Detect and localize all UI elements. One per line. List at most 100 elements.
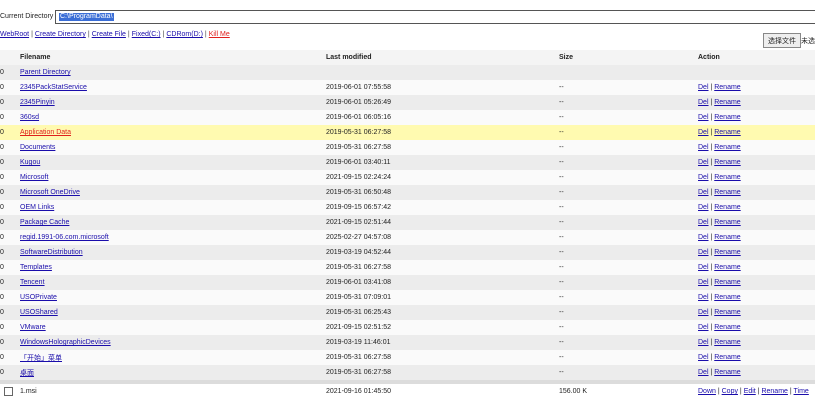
delete-link[interactable]: Del — [698, 309, 709, 316]
copy-link[interactable]: Copy — [722, 388, 738, 395]
directory-link[interactable]: Application Data — [20, 129, 71, 136]
rename-link[interactable]: Rename — [714, 309, 740, 316]
rename-link[interactable]: Rename — [714, 339, 740, 346]
row-size: -- — [559, 204, 564, 211]
rename-link[interactable]: Rename — [714, 99, 740, 106]
time-link[interactable]: Time — [794, 388, 809, 395]
delete-link[interactable]: Del — [698, 144, 709, 151]
rename-link[interactable]: Rename — [761, 388, 787, 395]
row-actions: Del | Rename — [698, 324, 741, 331]
row-size: -- — [559, 279, 564, 286]
directory-link[interactable]: WindowsHolographicDevices — [20, 339, 111, 346]
table-row: 0 USOShared 2019-05-31 06:25:43 -- Del | Ren… — [0, 305, 815, 320]
current-directory-value[interactable]: C:\ProgramData\ — [59, 13, 114, 21]
edit-link[interactable]: Edit — [744, 388, 756, 395]
parent-directory-link[interactable]: Parent Directory — [20, 69, 71, 76]
delete-link[interactable]: Del — [698, 99, 709, 106]
delete-link[interactable]: Del — [698, 249, 709, 256]
file-checkbox[interactable] — [4, 387, 13, 396]
rename-link[interactable]: Rename — [714, 279, 740, 286]
rename-link[interactable]: Rename — [714, 249, 740, 256]
header-last-modified: Last modified — [326, 54, 372, 61]
fixed-c-link[interactable]: Fixed(C:) — [132, 31, 161, 38]
row-actions: Del | Rename — [698, 264, 741, 271]
directory-link[interactable]: Package Cache — [20, 219, 69, 226]
rename-link[interactable]: Rename — [714, 159, 740, 166]
row-modified: 2019-05-31 06:27:58 — [326, 129, 391, 136]
table-row: 0 Application Data 2019-05-31 06:27:58 -- De… — [0, 125, 815, 140]
directory-link[interactable]: 2345Pinyin — [20, 99, 55, 106]
delete-link[interactable]: Del — [698, 264, 709, 271]
directory-link[interactable]: 桌面 — [20, 370, 34, 377]
delete-link[interactable]: Del — [698, 129, 709, 136]
row-index: 0 — [0, 84, 4, 91]
rename-link[interactable]: Rename — [714, 219, 740, 226]
delete-link[interactable]: Del — [698, 159, 709, 166]
delete-link[interactable]: Del — [698, 189, 709, 196]
kill-me-link[interactable]: Kill Me — [209, 31, 230, 38]
cdrom-d-link[interactable]: CDRom(D:) — [166, 31, 203, 38]
create-directory-link[interactable]: Create Directory — [35, 31, 86, 38]
rename-link[interactable]: Rename — [714, 189, 740, 196]
download-link[interactable]: Down — [698, 388, 716, 395]
rename-link[interactable]: Rename — [714, 264, 740, 271]
rename-link[interactable]: Rename — [714, 354, 740, 361]
row-actions: Del | Rename — [698, 309, 741, 316]
rename-link[interactable]: Rename — [714, 294, 740, 301]
rename-link[interactable]: Rename — [714, 234, 740, 241]
table-row: 0 「开始」菜单 2019-05-31 06:27:58 -- Del | Rename — [0, 350, 815, 365]
row-modified: 2019-05-31 07:09:01 — [326, 294, 391, 301]
rename-link[interactable]: Rename — [714, 369, 740, 376]
rename-link[interactable]: Rename — [714, 114, 740, 121]
row-index: 0 — [0, 204, 4, 211]
table-row: 0 Microsoft 2021-09-15 02:24:24 -- Del | Ren… — [0, 170, 815, 185]
row-actions: Del | Rename — [698, 219, 741, 226]
rename-link[interactable]: Rename — [714, 204, 740, 211]
delete-link[interactable]: Del — [698, 279, 709, 286]
delete-link[interactable]: Del — [698, 324, 709, 331]
directory-link[interactable]: USOShared — [20, 309, 58, 316]
directory-link[interactable]: OEM Links — [20, 204, 54, 211]
delete-link[interactable]: Del — [698, 174, 709, 181]
row-actions: Del | Rename — [698, 279, 741, 286]
directory-link[interactable]: Microsoft — [20, 174, 48, 181]
current-directory-input[interactable]: C:\ProgramData\ — [55, 10, 815, 24]
table-row: 0 SoftwareDistribution 2019-03-19 04:52:44… — [0, 245, 815, 260]
delete-link[interactable]: Del — [698, 114, 709, 121]
rename-link[interactable]: Rename — [714, 129, 740, 136]
delete-link[interactable]: Del — [698, 84, 709, 91]
directory-link[interactable]: Microsoft OneDrive — [20, 189, 80, 196]
delete-link[interactable]: Del — [698, 234, 709, 241]
rename-link[interactable]: Rename — [714, 324, 740, 331]
delete-link[interactable]: Del — [698, 369, 709, 376]
delete-link[interactable]: Del — [698, 204, 709, 211]
delete-link[interactable]: Del — [698, 294, 709, 301]
directory-link[interactable]: VMware — [20, 324, 46, 331]
rename-link[interactable]: Rename — [714, 144, 740, 151]
directory-link[interactable]: SoftwareDistribution — [20, 249, 83, 256]
delete-link[interactable]: Del — [698, 354, 709, 361]
directory-link[interactable]: 2345PackStatService — [20, 84, 87, 91]
directory-link[interactable]: 360sd — [20, 114, 39, 121]
rename-link[interactable]: Rename — [714, 84, 740, 91]
delete-link[interactable]: Del — [698, 219, 709, 226]
row-actions: Del | Rename — [698, 159, 741, 166]
directory-link[interactable]: 「开始」菜单 — [20, 355, 62, 362]
row-size: -- — [559, 189, 564, 196]
directory-link[interactable]: Kugou — [20, 159, 40, 166]
create-file-link[interactable]: Create File — [92, 31, 126, 38]
directory-link[interactable]: Documents — [20, 144, 55, 151]
row-modified: 2019-09-15 06:57:42 — [326, 204, 391, 211]
choose-file-button[interactable]: 选择文件 — [763, 33, 801, 48]
row-index: 0 — [0, 279, 4, 286]
table-row: 0 WindowsHolographicDevices 2019-03-19 11:… — [0, 335, 815, 350]
row-size: -- — [559, 159, 564, 166]
delete-link[interactable]: Del — [698, 339, 709, 346]
header-size: Size — [559, 54, 574, 61]
directory-link[interactable]: USOPrivate — [20, 294, 57, 301]
webroot-link[interactable]: WebRoot — [0, 31, 29, 38]
directory-link[interactable]: regid.1991-06.com.microsoft — [20, 234, 109, 241]
directory-link[interactable]: Tencent — [20, 279, 45, 286]
directory-link[interactable]: Templates — [20, 264, 52, 271]
rename-link[interactable]: Rename — [714, 174, 740, 181]
